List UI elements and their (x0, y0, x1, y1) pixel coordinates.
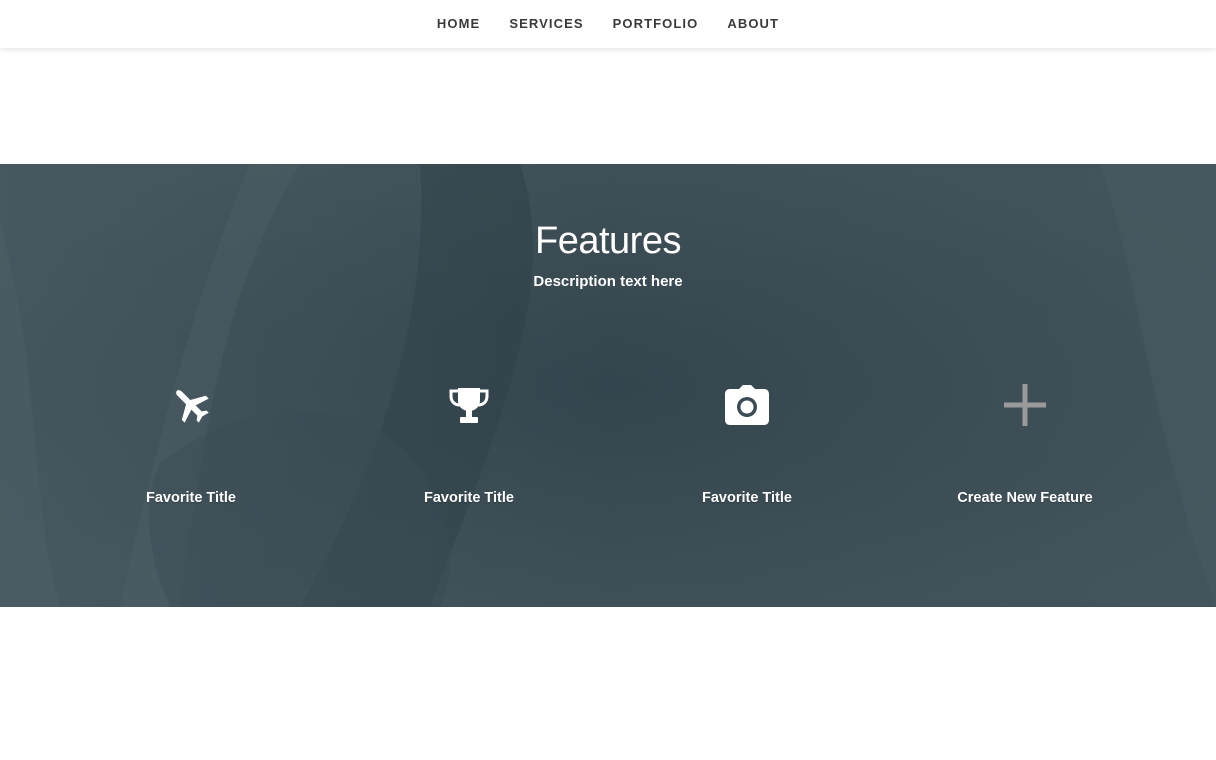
feature-card-2[interactable]: Favorite Title (330, 376, 608, 516)
features-title: Features (535, 220, 681, 262)
camera-icon (725, 385, 769, 425)
feature-card-1[interactable]: Favorite Title (52, 376, 330, 516)
feature-title: Favorite Title (424, 490, 514, 506)
nav-menu: HOME SERVICES PORTFOLIO ABOUT (422, 0, 793, 48)
airplane-icon (176, 390, 209, 423)
feature-title: Favorite Title (146, 490, 236, 506)
top-navigation: HOME SERVICES PORTFOLIO ABOUT (0, 0, 1216, 48)
feature-card-3[interactable]: Favorite Title (608, 376, 886, 516)
feature-title: Create New Feature (957, 490, 1093, 506)
features-description: Description text here (533, 273, 683, 290)
nav-item-services[interactable]: SERVICES (495, 0, 598, 48)
nav-item-portfolio[interactable]: PORTFOLIO (598, 0, 713, 48)
trophy-icon (449, 388, 489, 423)
plus-icon (1004, 384, 1046, 426)
nav-item-about[interactable]: ABOUT (713, 0, 794, 48)
feature-title: Favorite Title (702, 490, 792, 506)
create-new-feature[interactable]: Create New Feature (886, 376, 1164, 516)
nav-item-home[interactable]: HOME (422, 0, 494, 48)
features-section: Features Description text here Favorite … (0, 164, 1216, 607)
